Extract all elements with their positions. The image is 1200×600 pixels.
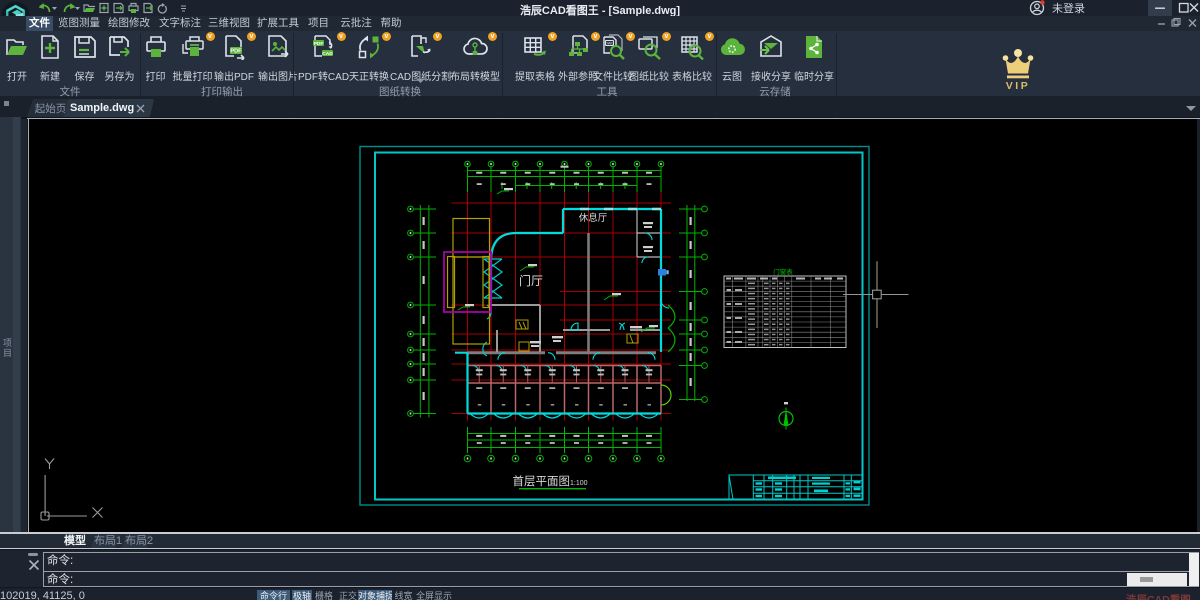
svg-text:PDF: PDF	[230, 49, 242, 55]
svg-text:门厅: 门厅	[519, 273, 543, 288]
svg-text:门窗表: 门窗表	[773, 267, 793, 276]
svg-text:未登录: 未登录	[1052, 1, 1085, 15]
svg-text:DWG: DWG	[605, 42, 614, 46]
svg-text:CAD: CAD	[322, 51, 333, 57]
svg-text:VIP: VIP	[1006, 80, 1030, 92]
svg-text:首层平面图1:100: 首层平面图1:100	[512, 474, 587, 488]
svg-text:PDF: PDF	[313, 41, 323, 47]
svg-text:休息厅: 休息厅	[579, 212, 608, 224]
